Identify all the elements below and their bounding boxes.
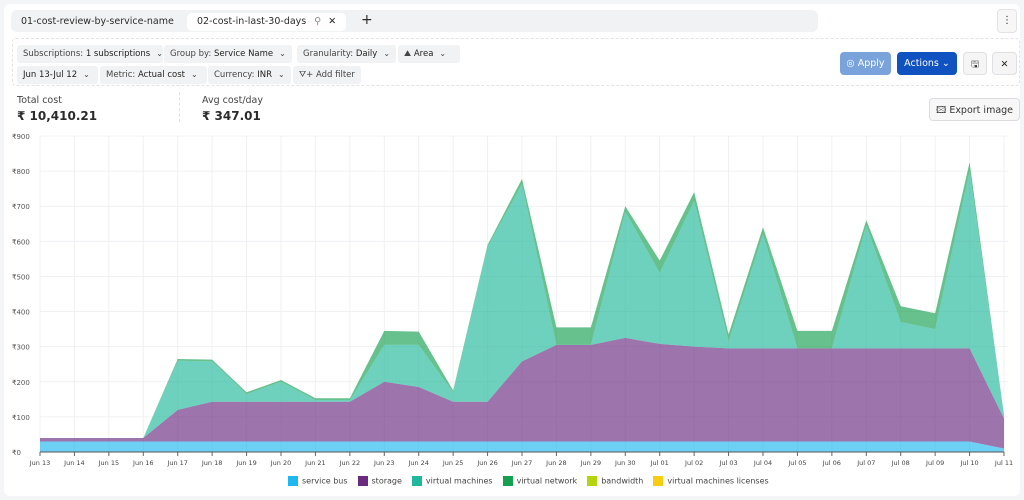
x-tick-label: Jul 02 bbox=[684, 459, 703, 467]
x-tick-label: Jul 11 bbox=[994, 459, 1013, 467]
x-tick-label: Jun 29 bbox=[580, 459, 602, 467]
y-tick-label: ₹200 bbox=[12, 379, 30, 387]
x-tick-label: Jul 10 bbox=[959, 459, 978, 467]
y-tick-label: ₹300 bbox=[12, 344, 30, 352]
x-tick-label: Jul 05 bbox=[787, 459, 806, 467]
legend-label: virtual machines bbox=[425, 476, 493, 486]
legend-swatch bbox=[502, 476, 513, 486]
x-tick-label: Jun 15 bbox=[98, 459, 120, 467]
legend-swatch bbox=[357, 476, 368, 486]
y-tick-label: ₹700 bbox=[12, 203, 30, 211]
x-tick-label: Jun 16 bbox=[132, 459, 154, 467]
x-tick-label: Jun 20 bbox=[270, 459, 292, 467]
x-tick-label: Jun 30 bbox=[614, 459, 636, 467]
legend-item[interactable]: bandwidth bbox=[587, 476, 643, 486]
y-tick-label: ₹400 bbox=[12, 309, 30, 317]
y-tick-label: ₹900 bbox=[12, 133, 30, 141]
x-tick-label: Jul 07 bbox=[856, 459, 875, 467]
legend-item[interactable]: virtual machines bbox=[411, 476, 493, 486]
legend-item[interactable]: service bus bbox=[288, 476, 348, 486]
legend-item[interactable]: virtual network bbox=[502, 476, 578, 486]
area-service-bus bbox=[40, 441, 1004, 452]
y-tick-label: ₹100 bbox=[12, 414, 30, 422]
x-tick-label: Jul 01 bbox=[650, 459, 669, 467]
x-tick-label: Jun 25 bbox=[442, 459, 464, 467]
x-tick-label: Jun 28 bbox=[545, 459, 567, 467]
legend-item[interactable]: virtual machines licenses bbox=[653, 476, 769, 486]
x-tick-label: Jun 24 bbox=[407, 459, 429, 467]
legend-label: storage bbox=[371, 476, 402, 486]
x-tick-label: Jul 06 bbox=[822, 459, 841, 467]
legend-swatch bbox=[411, 476, 422, 486]
x-tick-label: Jun 14 bbox=[63, 459, 85, 467]
x-tick-label: Jun 22 bbox=[339, 459, 361, 467]
legend-item[interactable]: storage bbox=[357, 476, 402, 486]
legend-swatch bbox=[653, 476, 664, 486]
x-tick-label: Jun 26 bbox=[476, 459, 498, 467]
legend-swatch bbox=[288, 476, 298, 486]
chart-legend: service bus storage virtual machines virtua… bbox=[288, 476, 769, 486]
x-tick-label: Jun 13 bbox=[29, 459, 51, 467]
x-tick-label: Jun 19 bbox=[235, 459, 257, 467]
x-tick-label: Jun 21 bbox=[304, 459, 326, 467]
x-tick-label: Jun 18 bbox=[201, 459, 223, 467]
x-tick-label: Jul 08 bbox=[891, 459, 910, 467]
x-tick-label: Jun 17 bbox=[166, 459, 188, 467]
x-tick-label: Jun 23 bbox=[373, 459, 395, 467]
x-tick-label: Jun 27 bbox=[511, 459, 533, 467]
x-tick-label: Jul 03 bbox=[718, 459, 737, 467]
y-tick-label: ₹800 bbox=[12, 168, 30, 176]
x-tick-label: Jul 04 bbox=[753, 459, 772, 467]
y-tick-label: ₹500 bbox=[12, 273, 30, 281]
area-chart: ₹0 ₹100 ₹200 ₹300 ₹400 ₹500 ₹600 ₹700 ₹800 ₹900 Ju… bbox=[12, 133, 1013, 467]
legend-label: virtual machines licenses bbox=[667, 476, 769, 486]
legend-label: bandwidth bbox=[601, 476, 644, 486]
legend-label: virtual network bbox=[516, 476, 578, 486]
y-tick-label: ₹0 bbox=[12, 449, 21, 457]
legend-swatch bbox=[587, 476, 598, 486]
legend-label: service bus bbox=[302, 476, 348, 486]
y-tick-label: ₹600 bbox=[12, 238, 30, 246]
x-tick-label: Jul 09 bbox=[925, 459, 944, 467]
